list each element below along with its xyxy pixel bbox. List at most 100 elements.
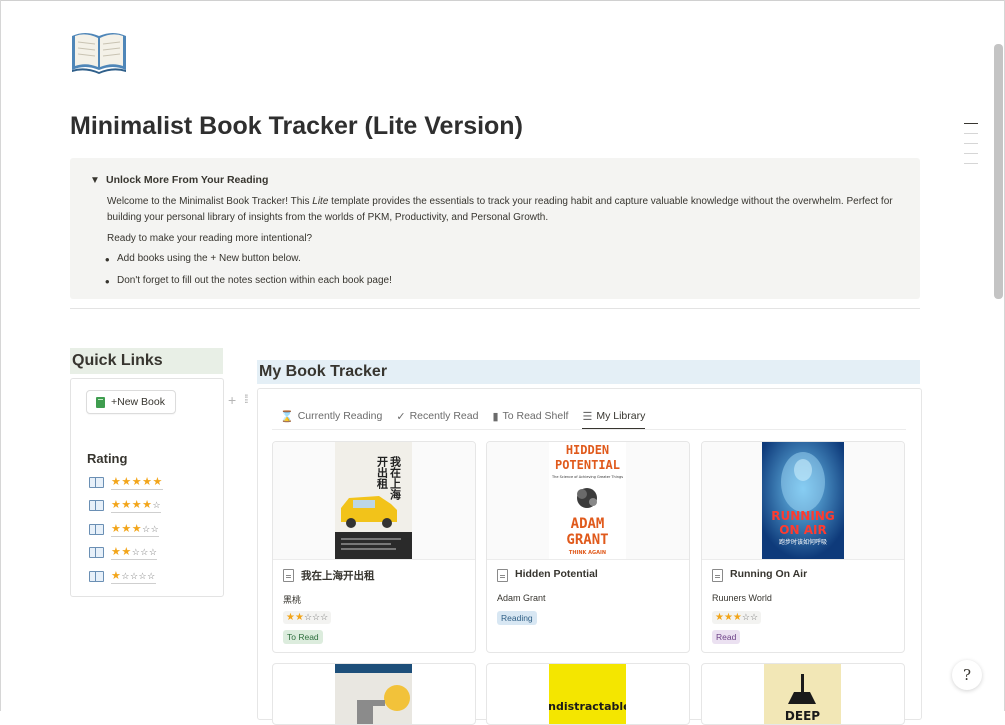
drag-handle-icon[interactable]: ⁞⁞ <box>244 392 248 406</box>
tab-label: Recently Read <box>409 410 479 422</box>
cover-title: DEEP <box>785 709 820 723</box>
open-book-icon <box>89 571 104 582</box>
rating-link-4[interactable]: ★★★★☆ <box>89 498 162 513</box>
rating-heading: Rating <box>87 451 128 466</box>
book-card[interactable] <box>272 663 476 725</box>
toc-line[interactable] <box>964 153 978 154</box>
book-cover-image: indistractable <box>549 664 626 724</box>
book-card[interactable]: 我在上海 开出租 我在上海开出租 黑桃 ★★☆☆☆ To Read <box>272 441 476 653</box>
quick-links-heading: Quick Links <box>72 352 163 369</box>
tab-label: Currently Reading <box>297 410 383 422</box>
book-tracker-header: My Book Tracker <box>257 360 920 384</box>
status-badge: To Read <box>283 630 323 644</box>
cover-area: RUNNING ON AIR 跑步时该如何呼吸 <box>702 442 904 560</box>
quick-links-panel: +New Book Rating ★★★★★ ★★★★☆ ★★★☆☆ ★★☆☆☆… <box>70 378 224 597</box>
toggle-arrow-icon[interactable]: ▼ <box>90 175 106 186</box>
book-card[interactable]: RUNNING ON AIR 跑步时该如何呼吸 Running On Air R… <box>701 441 905 653</box>
toc-line[interactable] <box>964 133 978 134</box>
toc-line-active[interactable] <box>964 123 978 124</box>
add-block-plus-icon[interactable]: + <box>228 392 236 408</box>
rating-link-3[interactable]: ★★★☆☆ <box>89 522 160 537</box>
page-icon <box>283 569 294 582</box>
vertical-scrollbar[interactable] <box>994 44 1003 299</box>
cover-title-line1: RUNNING <box>771 509 834 523</box>
tab-currently-reading[interactable]: ⌛ Currently Reading <box>280 403 382 429</box>
cover-author-b: GRANT <box>566 532 608 548</box>
book-cover-image: RUNNING ON AIR 跑步时该如何呼吸 <box>762 442 844 559</box>
section-divider <box>70 308 920 309</box>
open-book-icon[interactable] <box>70 30 128 74</box>
green-book-icon <box>96 396 105 408</box>
book-card[interactable]: HIDDEN POTENTIAL The Science of Achievin… <box>486 441 690 653</box>
star-rating[interactable]: ★★★★☆ <box>111 498 162 513</box>
tab-label: My Library <box>596 410 646 422</box>
cover-area: 我在上海 开出租 <box>273 442 475 560</box>
rating-link-5[interactable]: ★★★★★ <box>89 475 163 490</box>
cover-area: HIDDEN POTENTIAL The Science of Achievin… <box>487 442 689 560</box>
cover-title-a: 我在上海 <box>389 455 402 501</box>
tab-my-library[interactable]: ☰ My Library <box>582 403 646 430</box>
star-rating[interactable]: ★☆☆☆☆ <box>111 569 156 584</box>
tabs-divider <box>272 429 906 430</box>
book-icon: ▮ <box>492 410 499 423</box>
status-badge: Read <box>712 630 741 644</box>
book-cover-image: DEEP <box>764 664 841 724</box>
bullet-item: Don't forget to fill out the notes secti… <box>105 274 392 289</box>
rating-link-2[interactable]: ★★☆☆☆ <box>89 545 158 560</box>
cover-title: indistractable <box>549 700 626 713</box>
book-author: 黑桃 <box>283 595 302 605</box>
open-book-icon <box>89 477 104 488</box>
open-book-icon <box>89 524 104 535</box>
hourglass-icon: ⌛ <box>280 410 294 423</box>
status-badge: Reading <box>497 611 537 625</box>
window-top-border <box>0 0 1005 1</box>
book-title[interactable]: Running On Air <box>730 568 807 580</box>
open-book-icon <box>89 547 104 558</box>
open-book-icon <box>89 500 104 511</box>
table-of-contents-indicator[interactable] <box>964 123 978 173</box>
view-tabs: ⌛ Currently Reading ✓ Recently Read ▮ To… <box>280 403 659 430</box>
book-rating: ★★☆☆☆ <box>283 611 332 624</box>
cover-subtitle: The Science of Achieving Greater Things <box>551 475 623 479</box>
intro-text-before: Welcome to the Minimalist Book Tracker! … <box>107 196 313 207</box>
cover-title-line1: HIDDEN <box>566 443 609 457</box>
tab-label: To Read Shelf <box>502 410 569 422</box>
cover-title-line2: POTENTIAL <box>555 458 620 472</box>
book-card[interactable]: DEEP <box>701 663 905 725</box>
intro-italic-lite: Lite <box>312 196 329 207</box>
book-cover-image: 我在上海 开出租 <box>335 442 412 559</box>
new-book-label: +New Book <box>111 396 165 408</box>
bullet-item: Add books using the + New button below. <box>105 252 301 267</box>
page-icon <box>497 569 508 582</box>
star-rating[interactable]: ★★☆☆☆ <box>111 545 158 560</box>
cover-author-a: ADAM <box>571 516 605 532</box>
toggle-header[interactable]: ▼ Unlock More From Your Reading <box>90 174 268 186</box>
list-icon: ☰ <box>582 410 593 423</box>
tab-recently-read[interactable]: ✓ Recently Read <box>396 403 478 429</box>
new-book-button[interactable]: +New Book <box>86 390 176 414</box>
toc-line[interactable] <box>964 163 978 164</box>
star-rating[interactable]: ★★★★★ <box>111 475 163 490</box>
question-text: Ready to make your reading more intentio… <box>107 233 313 244</box>
toc-line[interactable] <box>964 143 978 144</box>
toggle-label: Unlock More From Your Reading <box>106 174 269 186</box>
book-cover-image <box>335 664 412 724</box>
book-title[interactable]: 我在上海开出租 <box>301 568 375 583</box>
book-tracker-heading: My Book Tracker <box>259 363 388 380</box>
page-title[interactable]: Minimalist Book Tracker (Lite Version) <box>70 112 523 141</box>
book-author: Adam Grant <box>497 593 546 603</box>
window-left-border <box>0 0 1 711</box>
cover-footer: THINK AGAIN <box>569 550 606 556</box>
book-card[interactable]: indistractable <box>486 663 690 725</box>
rating-link-1[interactable]: ★☆☆☆☆ <box>89 569 156 584</box>
cover-title-b: 开出租 <box>376 456 389 490</box>
book-title[interactable]: Hidden Potential <box>515 568 598 580</box>
intro-paragraph: Welcome to the Minimalist Book Tracker! … <box>107 194 902 225</box>
book-rating: ★★★☆☆ <box>712 611 762 624</box>
tab-to-read-shelf[interactable]: ▮ To Read Shelf <box>492 403 568 429</box>
book-tracker-database: ⌛ Currently Reading ✓ Recently Read ▮ To… <box>257 388 922 725</box>
checkmark-icon: ✓ <box>396 410 406 423</box>
help-button[interactable]: ? <box>952 660 982 690</box>
star-rating[interactable]: ★★★☆☆ <box>111 522 160 537</box>
cover-subtitle: 跑步时该如何呼吸 <box>779 538 827 546</box>
